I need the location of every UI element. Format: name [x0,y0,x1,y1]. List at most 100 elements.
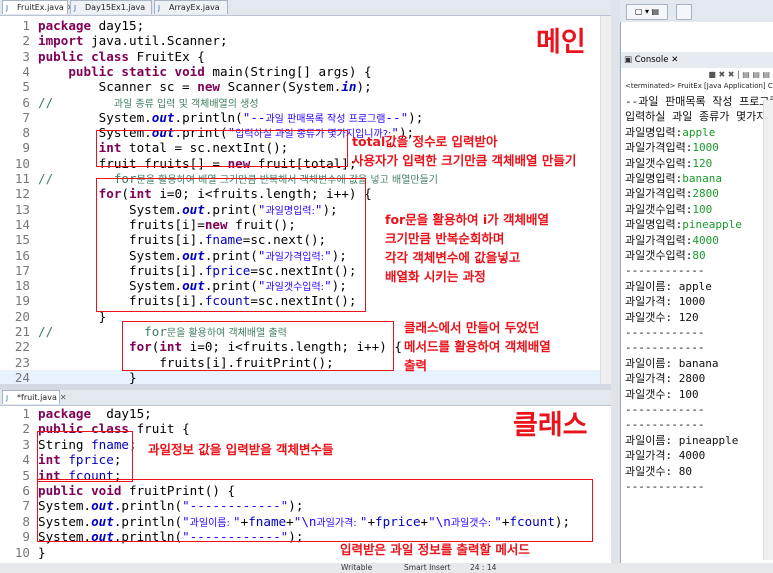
vertical-scrollbar[interactable] [600,16,611,384]
code-token: day15; [98,406,152,421]
line-number: 17 [14,262,30,278]
console-prompt: 과일명입력: [625,125,683,139]
close-icon[interactable]: ✕ [671,55,678,65]
line-number: 20 [14,308,30,324]
code-token: // [38,94,114,110]
code-token: 과일 판매목록 작성 프로그램 [265,113,386,125]
total-highlight-box [96,130,348,167]
code-line[interactable]: 4 public static void main(String[] args)… [0,64,600,80]
code-line[interactable]: 6 // 과일 종류 입력 및 객체배열의 생성 [0,95,600,111]
toolbar-button[interactable] [676,4,692,20]
console-prompt: 과일갯수입력: [625,249,693,262]
console-icon: ▣ [624,55,633,65]
line-number: 10 [14,544,30,560]
code-token: fruit { [129,421,190,437]
line-number: 9 [22,140,30,156]
code-line[interactable]: 2 import java.util.Scanner; [0,33,600,49]
line-number: 13 [14,201,30,217]
console-scrollbar[interactable] [763,100,773,560]
line-number: 24 [14,369,30,384]
console-tab[interactable]: ▣ Console ✕ [621,52,773,68]
line-number: 10 [14,155,30,171]
code-text: package day15; [38,406,152,422]
console-line: 과일명입력:banana [625,171,722,186]
code-token: ); [356,79,372,95]
code-token: Scanner(System. [219,79,342,95]
code-line[interactable]: 1 package day15; [0,18,600,34]
console-line: ------------ [625,480,705,493]
total-note: total값을 정수로 입력받아 사용자가 입력한 크기만큼 객체배열 만들기 [352,134,577,168]
main-title: 메인 [536,27,586,58]
code-token: Scanner sc = [38,79,198,95]
line-number: 3 [22,436,30,452]
console-line: ------------ [625,403,705,416]
line-number: 2 [22,421,30,437]
code-token: java.util.Scanner; [91,33,228,49]
tab-arrayex[interactable]: J ArrayEx.java [154,0,228,14]
code-line[interactable]: 3 public class FruitEx { [0,49,600,65]
console-user-input: 2800 [692,187,719,201]
code-text: } [38,545,46,561]
line-number: 23 [14,354,30,370]
console-line: 입력하실 과일 종류가 몇가지입니 [625,110,773,124]
code-token: --" [385,109,409,125]
tab-day15ex1[interactable]: J Day15Ex1.java [70,0,152,14]
console-line: ------------ [625,264,705,278]
toolbar-button[interactable]: ▢ ▾ ▤ [626,4,668,20]
console-prompt: 과일가격입력: [625,233,693,247]
console-user-input: pineapple [682,218,742,232]
code-text: public class FruitEx { [38,49,205,65]
console-line: 과일갯수: 80 [625,464,692,478]
class-title: 클래스 [513,410,588,441]
java-file-icon: J [6,4,9,12]
close-icon[interactable]: ✕ [60,393,67,402]
line-number: 3 [22,48,30,64]
line-number: 8 [22,513,30,529]
console-line: 과일갯수: 120 [625,310,699,324]
code-token: FruitEx { [129,48,205,64]
line-number: 5 [22,467,30,483]
code-token: import [38,33,92,49]
line-number: 9 [22,529,30,545]
code-token: } [38,544,46,560]
console-line: ------------ [625,326,705,339]
console-line: --과일 판매목록 작성 프로그램- [625,95,773,108]
code-token: .println( [174,109,243,125]
console-line: 과일가격: 1000 [625,295,706,309]
code-line[interactable]: 1 package day15; [0,406,600,422]
code-token: public static void [68,63,205,79]
code-line[interactable]: 7 System.out.println("--과일 판매목록 작성 프로그램-… [0,110,600,126]
print-loop-highlight-box [122,321,394,371]
print-loop-note: 클래스에서 만들어 두었던 메서드를 활용하여 객체배열 출력 [404,320,551,373]
code-line[interactable]: 5 Scanner sc = new Scanner(System.in); [0,79,600,95]
line-number: 4 [22,452,30,468]
fields-highlight-box [37,431,133,482]
console-toolbar: ■ ✖ ✖ | ▤ ▤ ▤ [708,70,770,79]
status-cursor-position: 24 : 14 [470,563,497,572]
line-number: 2 [22,33,30,49]
tab-fruit[interactable]: J *fruit.java ✕ [2,390,67,404]
line-number: 8 [22,125,30,141]
console-user-input: 120 [692,156,713,170]
top-editor-tabbar: JFruitEx.java✕ JDay15Ex1.java JArrayEx.j… [0,0,611,16]
code-token: System. [38,109,152,125]
console-user-input: banana [682,172,722,185]
tab-fruitex[interactable]: JFruitEx.java✕ [2,0,74,14]
console-line: 과일갯수입력:80 [625,248,706,263]
code-token: package [38,406,99,421]
status-bar: Writable Smart Insert 24 : 14 [0,563,773,573]
console-terminated-label: <terminated> FruitEx [Java Application] … [625,82,773,90]
console-prompt: 과일명입력: [625,172,683,185]
code-token: public class [38,48,129,64]
console-line: 과일가격입력:4000 [625,233,719,248]
line-number: 1 [22,18,30,33]
line-number: 12 [14,186,30,202]
line-number: 1 [22,406,30,421]
toolbar-area: ▢ ▾ ▤ [620,0,773,23]
code-token: 과일 종류 입력 및 객체배열의 생성 [113,98,259,110]
line-number: 7 [22,498,30,514]
